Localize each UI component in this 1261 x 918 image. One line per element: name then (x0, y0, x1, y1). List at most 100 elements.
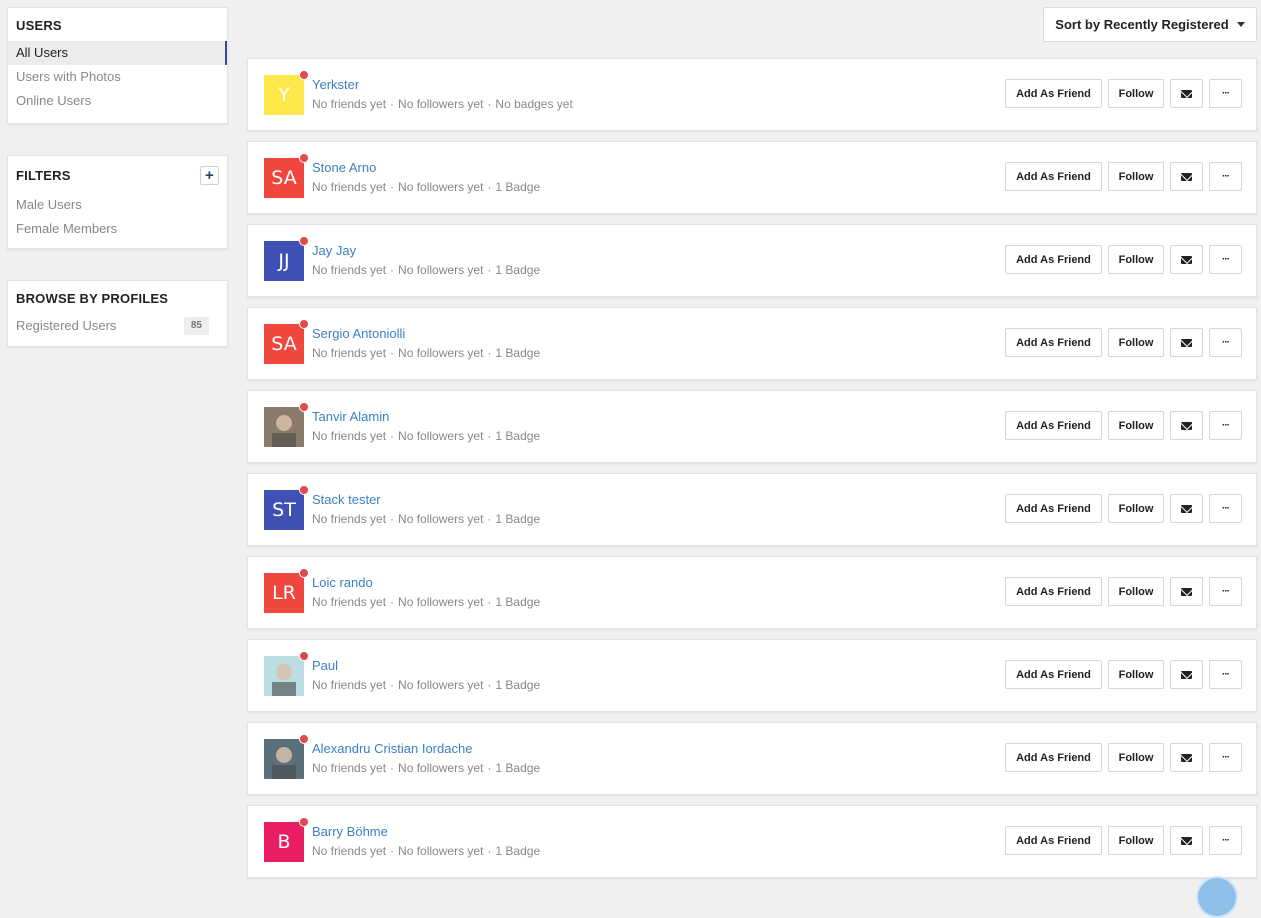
envelope-icon (1181, 836, 1192, 845)
user-photo (264, 407, 304, 447)
add-as-friend-button[interactable]: Add As Friend (1005, 494, 1102, 523)
user-name-link[interactable]: Loic rando (312, 575, 373, 590)
more-options-button[interactable]: ··· (1209, 660, 1242, 689)
avatar-initials: SA (271, 333, 297, 355)
user-list: Y Yerkster No friends yet · No followers y… (247, 58, 1257, 888)
follow-button[interactable]: Follow (1108, 411, 1164, 440)
more-options-button[interactable]: ··· (1209, 411, 1242, 440)
follow-button[interactable]: Follow (1108, 743, 1164, 772)
avatar[interactable]: ST (264, 485, 309, 530)
more-options-button[interactable]: ··· (1209, 79, 1242, 108)
avatar[interactable]: JJ (264, 236, 309, 281)
follow-button[interactable]: Follow (1108, 245, 1164, 274)
users-panel-title-text: USERS (16, 18, 62, 33)
add-as-friend-button[interactable]: Add As Friend (1005, 411, 1102, 440)
user-card: Alexandru Cristian Iordache No friends y… (247, 722, 1257, 795)
offline-status-icon (299, 70, 309, 80)
sidebar-item-female-members[interactable]: Female Members (8, 217, 227, 241)
message-button[interactable] (1170, 743, 1203, 772)
offline-status-icon (299, 402, 309, 412)
more-options-button[interactable]: ··· (1209, 494, 1242, 523)
avatar[interactable]: SA (264, 153, 309, 198)
user-name-link[interactable]: Sergio Antoniolli (312, 326, 405, 341)
follow-button[interactable]: Follow (1108, 494, 1164, 523)
avatar[interactable] (264, 402, 309, 447)
friends-count: No friends yet (312, 844, 387, 858)
message-button[interactable] (1170, 494, 1203, 523)
more-options-button[interactable]: ··· (1209, 826, 1242, 855)
user-name-link[interactable]: Yerkster (312, 77, 359, 92)
follow-button[interactable]: Follow (1108, 660, 1164, 689)
followers-count: No followers yet (398, 346, 484, 360)
sidebar-item-registered-users[interactable]: Registered Users 85 (8, 314, 227, 338)
user-actions: Add As Friend Follow ··· (1005, 577, 1242, 606)
user-name-link[interactable]: Jay Jay (312, 243, 356, 258)
more-options-button[interactable]: ··· (1209, 577, 1242, 606)
user-name-link[interactable]: Alexandru Cristian Iordache (312, 741, 472, 756)
follow-button[interactable]: Follow (1108, 577, 1164, 606)
user-name-link[interactable]: Barry Böhme (312, 824, 388, 839)
sidebar-item-label: Registered Users (16, 318, 117, 333)
more-options-button[interactable]: ··· (1209, 245, 1242, 274)
avatar-image: ST (264, 490, 304, 530)
user-name-link[interactable]: Stack tester (312, 492, 381, 507)
badges-count: 1 Badge (495, 595, 541, 609)
badges-count: 1 Badge (495, 512, 541, 526)
badges-count: 1 Badge (495, 180, 541, 194)
follow-button[interactable]: Follow (1108, 328, 1164, 357)
sort-dropdown[interactable]: Sort by Recently Registered (1043, 7, 1257, 42)
sidebar-item-label: Online Users (16, 93, 92, 108)
message-button[interactable] (1170, 162, 1203, 191)
follow-button[interactable]: Follow (1108, 162, 1164, 191)
friends-count: No friends yet (312, 346, 387, 360)
user-name-link[interactable]: Tanvir Alamin (312, 409, 389, 424)
add-filter-button[interactable]: + (200, 166, 219, 185)
message-button[interactable] (1170, 660, 1203, 689)
followers-count: No followers yet (398, 761, 484, 775)
avatar-image (264, 739, 304, 779)
more-options-button[interactable]: ··· (1209, 328, 1242, 357)
sidebar-item-online-users[interactable]: Online Users (8, 89, 227, 113)
message-button[interactable] (1170, 79, 1203, 108)
avatar[interactable]: B (264, 817, 309, 862)
sidebar-item-all-users[interactable]: All Users (8, 41, 227, 65)
message-button[interactable] (1170, 577, 1203, 606)
more-options-button[interactable]: ··· (1209, 743, 1242, 772)
more-options-button[interactable]: ··· (1209, 162, 1242, 191)
add-as-friend-button[interactable]: Add As Friend (1005, 826, 1102, 855)
message-button[interactable] (1170, 826, 1203, 855)
follow-button[interactable]: Follow (1108, 826, 1164, 855)
user-name-link[interactable]: Paul (312, 658, 338, 673)
followers-count: No followers yet (398, 180, 484, 194)
avatar[interactable]: Y (264, 70, 309, 115)
friends-count: No friends yet (312, 263, 387, 277)
add-as-friend-button[interactable]: Add As Friend (1005, 79, 1102, 108)
add-as-friend-button[interactable]: Add As Friend (1005, 577, 1102, 606)
user-name-link[interactable]: Stone Arno (312, 160, 376, 175)
avatar[interactable]: SA (264, 319, 309, 364)
follow-button[interactable]: Follow (1108, 79, 1164, 108)
offline-status-icon (299, 817, 309, 827)
followers-count: No followers yet (398, 678, 484, 692)
user-actions: Add As Friend Follow ··· (1005, 411, 1242, 440)
avatar[interactable] (264, 651, 309, 696)
add-as-friend-button[interactable]: Add As Friend (1005, 328, 1102, 357)
add-as-friend-button[interactable]: Add As Friend (1005, 660, 1102, 689)
message-button[interactable] (1170, 411, 1203, 440)
friends-count: No friends yet (312, 97, 387, 111)
sidebar-item-male-users[interactable]: Male Users (8, 193, 227, 217)
add-as-friend-button[interactable]: Add As Friend (1005, 245, 1102, 274)
followers-count: No followers yet (398, 595, 484, 609)
message-button[interactable] (1170, 328, 1203, 357)
avatar[interactable] (264, 734, 309, 779)
chat-bubble-icon[interactable] (1196, 876, 1238, 918)
separator: · (487, 97, 492, 111)
sidebar-item-users-with-photos[interactable]: Users with Photos (8, 65, 227, 89)
envelope-icon (1181, 421, 1192, 430)
more-dots-icon: ··· (1222, 419, 1230, 431)
message-button[interactable] (1170, 245, 1203, 274)
add-as-friend-button[interactable]: Add As Friend (1005, 743, 1102, 772)
avatar[interactable]: LR (264, 568, 309, 613)
add-as-friend-button[interactable]: Add As Friend (1005, 162, 1102, 191)
separator: · (487, 761, 492, 775)
